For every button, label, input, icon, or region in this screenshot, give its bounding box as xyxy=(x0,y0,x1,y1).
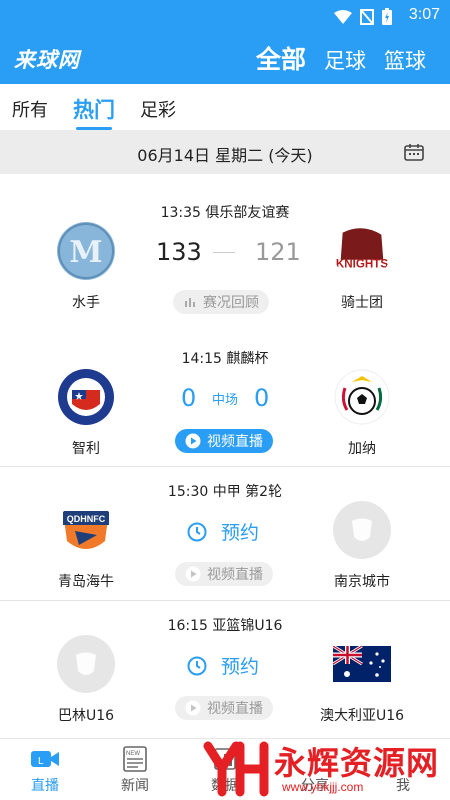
subtab-lottery[interactable]: 足彩 xyxy=(140,96,176,122)
watermark-text: 永辉资源网 xyxy=(274,744,440,782)
play-icon xyxy=(185,566,201,582)
placeholder-logo-icon xyxy=(57,635,115,693)
nav-label: 直播 xyxy=(31,778,59,794)
team-logo-icon xyxy=(57,368,115,426)
tab-basketball[interactable]: 篮球 xyxy=(384,45,426,75)
home-team[interactable]: QDHNFC 青岛海牛 xyxy=(26,501,146,591)
reserve-label: 预约 xyxy=(221,522,260,544)
match-card[interactable]: 16:15 亚篮锦U16 巴林U16 澳大利亚U16 预约 视频直播 xyxy=(0,601,450,735)
sport-tabs: 全部 足球 篮球 xyxy=(256,40,426,76)
team-name: 南京城市 xyxy=(334,574,390,590)
date-bar: 06月14日 星期二 (今天) xyxy=(0,130,450,174)
match-title: 14:15 麒麟杯 xyxy=(181,351,269,367)
reserve-button[interactable]: 预约 xyxy=(187,652,259,679)
svg-text:M: M xyxy=(69,235,102,270)
wifi-icon xyxy=(334,9,352,24)
home-score: 133 xyxy=(156,238,202,266)
home-team[interactable]: 智利 xyxy=(26,368,146,458)
watermark: 永辉资源网 www.yhkjjj.com xyxy=(196,736,450,800)
away-team[interactable]: KNIGHTS 骑士团 xyxy=(302,222,422,312)
sub-tabs: 所有 热门 足彩 xyxy=(0,84,450,130)
newspaper-icon: NEW xyxy=(123,746,147,772)
live-video-label: 视频直播 xyxy=(207,701,263,717)
battery-icon xyxy=(382,8,392,25)
placeholder-logo-icon xyxy=(333,501,391,559)
reserve-button[interactable]: 预约 xyxy=(187,518,259,545)
australia-flag-icon xyxy=(333,644,391,684)
svg-text:L: L xyxy=(38,756,44,767)
live-video-button[interactable]: 视频直播 xyxy=(175,429,273,453)
team-logo-icon: KNIGHTS xyxy=(333,222,391,280)
no-signal-icon xyxy=(360,8,374,25)
svg-text:NEW: NEW xyxy=(126,751,140,757)
live-video-label: 视频直播 xyxy=(207,434,263,450)
team-name: 骑士团 xyxy=(341,295,383,311)
recap-label: 赛况回顾 xyxy=(203,295,259,311)
live-video-button[interactable]: 视频直播 xyxy=(175,696,273,720)
nav-live[interactable]: L 直播 xyxy=(10,745,80,795)
nav-label: 新闻 xyxy=(121,778,149,794)
team-name: 澳大利亚U16 xyxy=(319,708,405,724)
svg-text:QDHNFC: QDHNFC xyxy=(67,514,106,524)
away-score: 0 xyxy=(254,384,270,412)
tab-all[interactable]: 全部 xyxy=(256,40,306,76)
subtab-hot[interactable]: 热门 xyxy=(73,94,115,124)
match-card[interactable]: 14:15 麒麟杯 智利 加纳 0 中场 0 视频直播 xyxy=(0,334,450,466)
match-title: 16:15 亚篮锦U16 xyxy=(167,618,283,634)
team-logo-icon xyxy=(333,368,391,426)
team-name: 青岛海牛 xyxy=(58,574,114,590)
clock-icon xyxy=(187,656,207,675)
calendar-icon[interactable] xyxy=(404,143,424,161)
clock: 3:07 xyxy=(408,6,440,23)
play-icon xyxy=(185,700,201,716)
team-logo-icon: QDHNFC xyxy=(57,501,115,559)
app-bar: 来球网 全部 足球 篮球 xyxy=(0,32,450,84)
match-card[interactable]: 13:35 俱乐部友谊赛 M 水手 KNIGHTS 骑士团 133 121 赛况… xyxy=(0,174,450,334)
home-score: 0 xyxy=(181,384,197,412)
live-video-button[interactable]: 视频直播 xyxy=(175,562,273,586)
bar-chart-icon xyxy=(185,298,195,307)
tab-football[interactable]: 足球 xyxy=(324,45,366,75)
recap-button[interactable]: 赛况回顾 xyxy=(173,290,269,314)
app-logo: 来球网 xyxy=(14,48,80,72)
match-card[interactable]: 15:30 中甲 第2轮 QDHNFC 青岛海牛 南京城市 预约 视频直播 xyxy=(0,467,450,600)
live-video-label: 视频直播 xyxy=(207,567,263,583)
date-label: 06月14日 星期二 (今天) xyxy=(137,146,313,165)
away-team[interactable]: 加纳 xyxy=(302,368,422,458)
status-icons xyxy=(334,8,392,25)
nav-news[interactable]: NEW 新闻 xyxy=(100,745,170,795)
play-icon xyxy=(185,433,201,449)
subtab-all[interactable]: 所有 xyxy=(12,96,48,122)
home-team[interactable]: M 水手 xyxy=(26,222,146,312)
match-status: 中场 xyxy=(212,393,239,408)
match-title: 15:30 中甲 第2轮 xyxy=(167,484,283,500)
away-team[interactable]: 南京城市 xyxy=(302,501,422,591)
away-team[interactable]: 澳大利亚U16 xyxy=(302,635,422,725)
video-camera-icon: L xyxy=(31,751,59,767)
reserve-label: 预约 xyxy=(221,656,260,678)
match-title: 13:35 俱乐部友谊赛 xyxy=(160,205,290,221)
team-name: 巴林U16 xyxy=(57,708,115,724)
team-name: 水手 xyxy=(72,295,100,311)
away-score: 121 xyxy=(255,238,301,266)
score-separator xyxy=(213,252,235,253)
team-name: 智利 xyxy=(72,441,100,457)
watermark-url: www.yhkjjj.com xyxy=(282,780,364,794)
team-name: 加纳 xyxy=(348,441,376,457)
watermark-logo-icon xyxy=(203,741,269,797)
svg-text:KNIGHTS: KNIGHTS xyxy=(336,257,388,270)
clock-icon xyxy=(187,522,207,541)
status-bar: 3:07 xyxy=(0,0,450,32)
team-logo-icon: M xyxy=(57,222,115,280)
home-team[interactable]: 巴林U16 xyxy=(26,635,146,725)
